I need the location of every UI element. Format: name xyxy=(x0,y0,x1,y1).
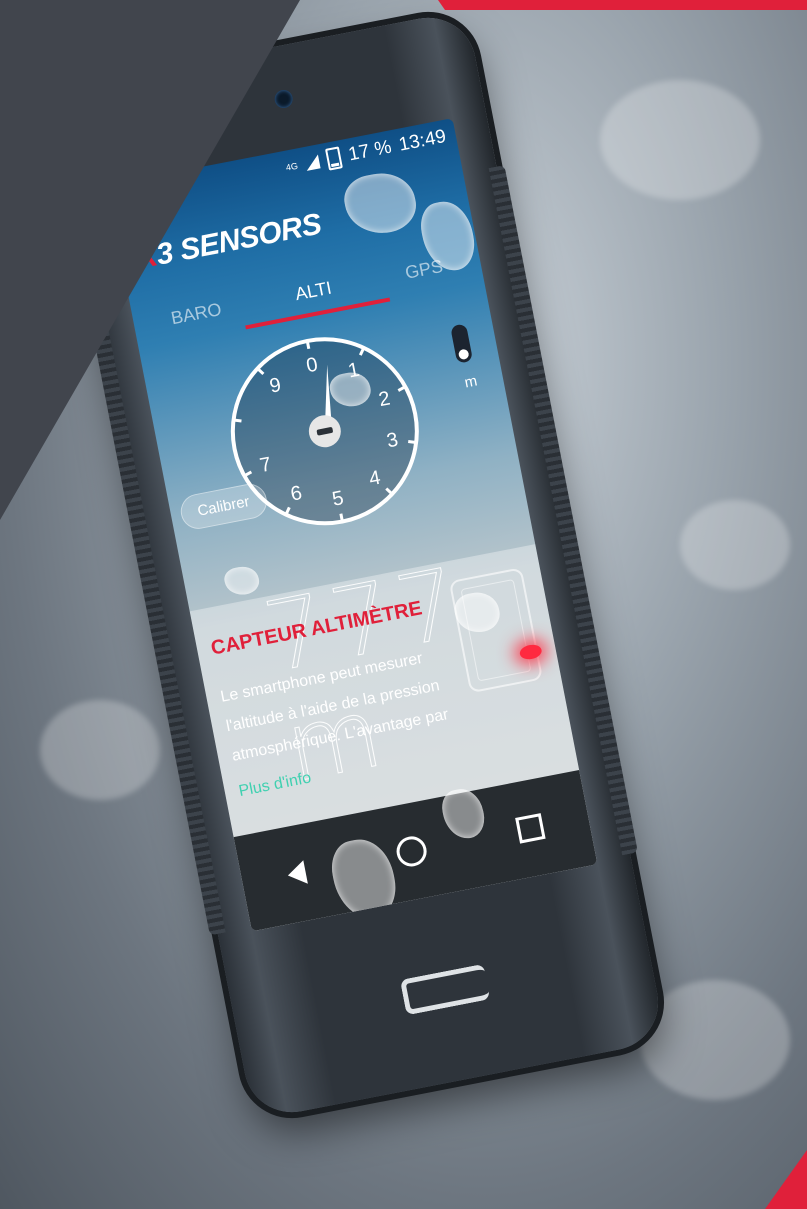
red-bottom-corner xyxy=(765,1150,807,1209)
red-top-bar xyxy=(438,0,807,10)
dark-corner-panel xyxy=(0,0,300,520)
decor-overlay xyxy=(0,0,807,1209)
